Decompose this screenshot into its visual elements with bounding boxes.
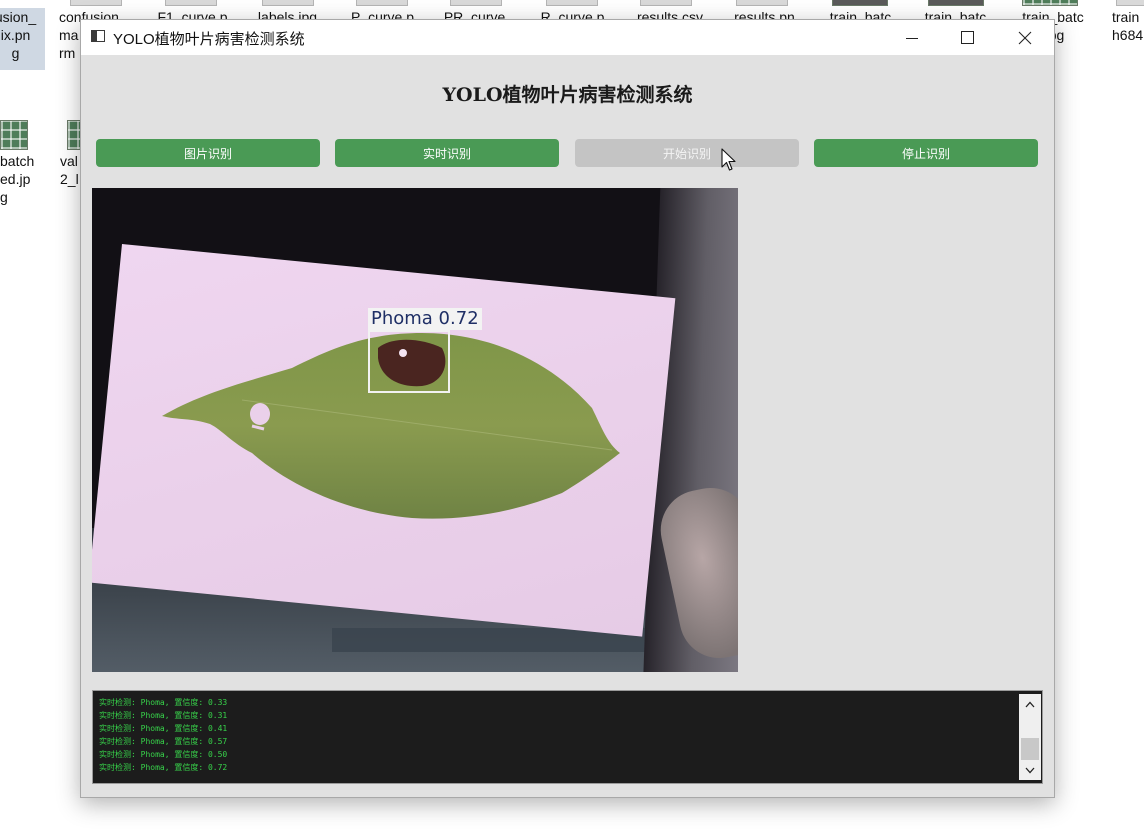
log-line: 实时检测: Phoma, 置信度: 0.57 [99,737,228,746]
maximize-icon [961,31,974,44]
scroll-down-button[interactable] [1019,760,1041,780]
log-line: 实时检测: Phoma, 置信度: 0.50 [99,750,228,759]
realtime-detect-button[interactable]: 实时识别 [335,139,559,167]
scroll-up-button[interactable] [1019,694,1041,714]
log-console[interactable]: 实时检测: Phoma, 置信度: 0.33 实时检测: Phoma, 置信度:… [92,690,1043,784]
thumbnail-icon [0,120,28,150]
file-label: val 2_l [60,153,79,187]
thumbnail-icon [165,0,217,6]
window-title: YOLO植物叶片病害检测系统 [113,31,305,48]
log-lines: 实时检测: Phoma, 置信度: 0.33 实时检测: Phoma, 置信度:… [99,696,1014,774]
thumbnail-icon [70,0,122,6]
scroll-thumb[interactable] [1021,738,1039,760]
stop-detect-button[interactable]: 停止识别 [814,139,1038,167]
start-detect-button[interactable]: 开始识别 [575,139,799,167]
log-line: 实时检测: Phoma, 置信度: 0.41 [99,724,228,733]
app-window-icon [91,30,105,42]
thumbnail-icon [450,0,502,6]
desktop-file-train-batch-4[interactable]: train h684 [1104,8,1144,44]
log-line: 实时检测: Phoma, 置信度: 0.31 [99,711,228,720]
thumbnail-icon [640,0,692,6]
thumbnail-icon [262,0,314,6]
detection-label: Phoma 0.72 [368,308,482,330]
desktop-file-confusion-matrix[interactable]: usion_ ix.pn g [0,8,45,70]
file-label: usion_ ix.pn g [0,9,37,61]
close-icon [1018,31,1031,44]
thumbnail-icon [1116,0,1144,6]
maximize-button[interactable] [939,20,996,55]
mouse-cursor-icon [721,148,736,171]
camera-view: Phoma 0.72 [92,188,738,672]
thumbnail-icon [546,0,598,6]
close-button[interactable] [996,20,1053,55]
minimize-button[interactable] [883,20,940,55]
minimize-icon [905,37,918,39]
detection-box [368,330,450,393]
chevron-down-icon [1025,767,1035,773]
thumbnail-icon [928,0,984,6]
desktop-file-val-batch[interactable]: batch ed.jp g [0,152,45,206]
file-label: train h684 [1112,9,1144,43]
app-window: YOLO植物叶片病害检测系统 YOLO植物叶片病害检测系统 图片识别 实时识别 … [80,19,1055,798]
thumbnail-icon [736,0,788,6]
title-bar[interactable]: YOLO植物叶片病害检测系统 [81,20,1054,55]
chevron-up-icon [1025,701,1035,707]
desktop-file-val-2[interactable]: val 2_l [60,152,80,188]
image-detect-button[interactable]: 图片识别 [96,139,320,167]
app-heading: YOLO植物叶片病害检测系统 [442,84,693,106]
thumbnail-icon [356,0,408,6]
log-line: 实时检测: Phoma, 置信度: 0.72 [99,763,228,772]
leaf-image [162,333,620,519]
file-label: batch ed.jp g [0,153,35,205]
log-scrollbar[interactable] [1019,694,1041,780]
thumbnail-icon [832,0,888,6]
thumbnail-icon [1022,0,1078,6]
log-line: 实时检测: Phoma, 置信度: 0.33 [99,698,228,707]
